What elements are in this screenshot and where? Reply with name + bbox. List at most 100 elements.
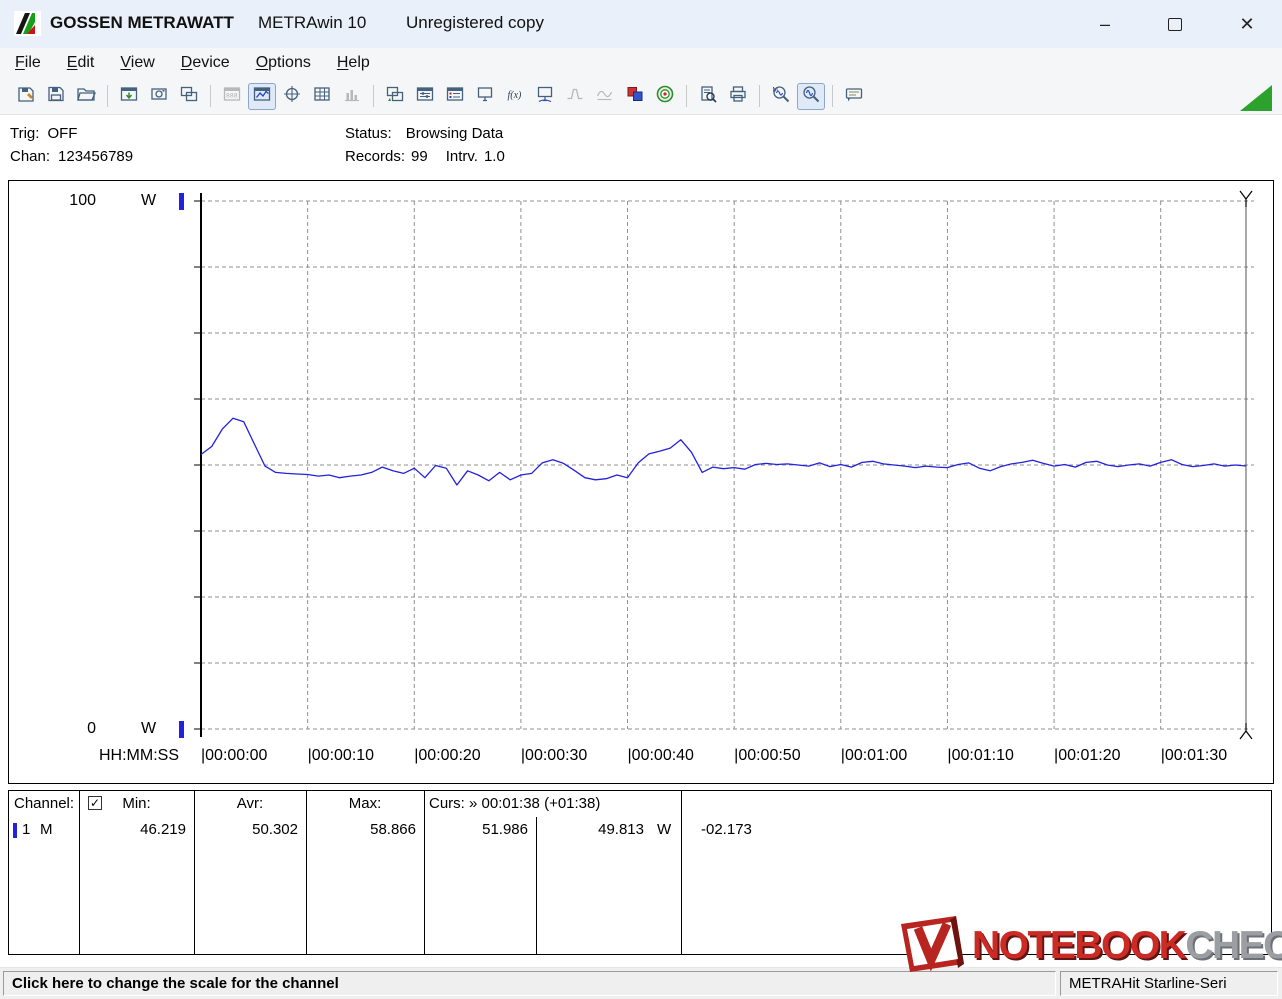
toolbar-separator — [107, 85, 108, 107]
menu-item-edit[interactable]: Edit — [54, 51, 108, 75]
export-window-button[interactable] — [115, 83, 143, 110]
resize-corner-accent — [1240, 85, 1272, 111]
svg-text:f(x): f(x) — [508, 90, 523, 101]
toolbar-separator — [210, 85, 211, 107]
column-divider — [194, 791, 195, 954]
monitor-view-icon — [475, 84, 495, 109]
envelope-curve-icon — [595, 84, 615, 109]
toolbar-separator — [759, 85, 760, 107]
target-icon — [655, 84, 675, 109]
x-tick-label: |00:01:30 — [1161, 747, 1227, 765]
chan-label: Chan: — [10, 148, 50, 165]
x-tick-label: |00:01:20 — [1054, 747, 1120, 765]
channel-marker-top[interactable] — [179, 193, 184, 210]
records-status: Records:99Intrv.1.0 — [345, 148, 505, 165]
watermark-text-check: CHECK — [1185, 924, 1282, 968]
copy-window-button[interactable] — [175, 83, 203, 110]
open-file-button[interactable] — [72, 83, 100, 110]
window-app-name: METRAwin 10 — [258, 13, 366, 33]
zoom-curve-icon — [801, 84, 821, 109]
device-settings-icon — [415, 84, 435, 109]
channel-row-1[interactable]: 1 M 46.219 50.302 58.866 51.986 49.813 W… — [9, 821, 1271, 841]
menu-item-device[interactable]: Device — [168, 51, 243, 75]
menu-item-help[interactable]: Help — [324, 51, 383, 75]
channel-color-marker — [13, 823, 17, 838]
max-column-header: Max: — [306, 795, 424, 812]
channel-mode: M — [40, 821, 53, 838]
yt-chart-view-icon — [252, 84, 272, 109]
pc-connect-button[interactable] — [531, 83, 559, 110]
column-divider — [424, 791, 425, 954]
notebookcheck-watermark: NOTEBOOKCHECK — [898, 914, 1270, 978]
xy-chart-view-button[interactable] — [278, 83, 306, 110]
maximize-button[interactable] — [1146, 0, 1204, 48]
column-divider — [681, 791, 682, 954]
close-icon: ✕ — [1239, 14, 1254, 35]
target-button[interactable] — [651, 83, 679, 110]
cursor-unit: W — [657, 821, 671, 838]
pc-connect-icon — [535, 84, 555, 109]
chart-plot-svg[interactable] — [9, 181, 1273, 783]
x-tick-label: |00:00:00 — [201, 747, 267, 765]
status-label: Status: — [345, 125, 392, 142]
toolbar: 888 f(x) M — [0, 78, 1282, 115]
x-tick-label: |00:01:10 — [947, 747, 1013, 765]
min-column-header: Min: — [79, 795, 194, 812]
toolbar-separator — [373, 85, 374, 107]
channel-colors-button[interactable] — [621, 83, 649, 110]
snapshot-button[interactable] — [145, 83, 173, 110]
x-tick-label: |00:00:50 — [734, 747, 800, 765]
trig-label: Trig: — [10, 125, 39, 142]
window-brand: GOSSEN METRAWATT — [50, 13, 234, 33]
channel-colors-icon — [625, 84, 645, 109]
channel-column-header: Channel: — [14, 795, 74, 812]
y-axis-min-label: 0 — [56, 720, 96, 738]
function-button[interactable]: f(x) — [501, 83, 529, 110]
interval-label: Intrv. — [446, 148, 478, 165]
column-divider — [79, 791, 80, 954]
x-axis-label: HH:MM:SS — [99, 747, 179, 765]
bar-graph-view-icon — [342, 84, 362, 109]
x-tick-label: |00:00:40 — [628, 747, 694, 765]
new-file-button[interactable] — [12, 83, 40, 110]
x-tick-label: |00:00:10 — [308, 747, 374, 765]
new-file-icon — [16, 84, 36, 109]
table-view-button[interactable] — [308, 83, 336, 110]
avr-column-header: Avr: — [194, 795, 306, 812]
watermark-text-notebook: NOTEBOOK — [972, 924, 1185, 968]
save-file-button[interactable] — [42, 83, 70, 110]
chan-value: 123456789 — [58, 148, 133, 165]
y-axis-max-label: 100 — [56, 192, 96, 210]
device-settings-button[interactable] — [411, 83, 439, 110]
export-window-icon — [119, 84, 139, 109]
print-preview-button[interactable] — [694, 83, 722, 110]
menu-item-view[interactable]: View — [107, 51, 167, 75]
transfer-window-button[interactable] — [381, 83, 409, 110]
copy-window-icon — [179, 84, 199, 109]
channel-list-button[interactable] — [441, 83, 469, 110]
max-value: 58.866 — [306, 821, 416, 838]
transfer-window-icon — [385, 84, 405, 109]
monitor-view-button[interactable] — [471, 83, 499, 110]
toolbar-separator — [832, 85, 833, 107]
yt-chart-view-button[interactable] — [248, 83, 276, 110]
gossen-metrawatt-logo — [14, 11, 41, 36]
xy-chart-view-icon — [282, 84, 302, 109]
close-button[interactable]: ✕ — [1218, 0, 1276, 48]
menu-item-file[interactable]: File — [2, 51, 54, 75]
trig-value: OFF — [47, 125, 77, 142]
print-button[interactable] — [724, 83, 752, 110]
zoom-time-button[interactable]: M — [767, 83, 795, 110]
numeric-display-icon: 888 — [222, 84, 242, 109]
zoom-curve-button[interactable] — [797, 83, 825, 110]
chart-panel: 100 W 0 W HH:MM:SS |00:00:00|00:00:10|00… — [8, 180, 1274, 784]
minimize-button[interactable]: – — [1076, 0, 1134, 48]
channel-marker-bottom[interactable] — [179, 721, 184, 738]
comment-button[interactable] — [840, 83, 868, 110]
records-value: 99 — [411, 148, 428, 165]
menu-item-options[interactable]: Options — [243, 51, 324, 75]
cursor-a-value: 51.986 — [424, 821, 528, 838]
interval-value: 1.0 — [484, 148, 505, 165]
acquisition-status: Status:Browsing Data — [345, 125, 503, 142]
x-tick-label: |00:00:20 — [414, 747, 480, 765]
